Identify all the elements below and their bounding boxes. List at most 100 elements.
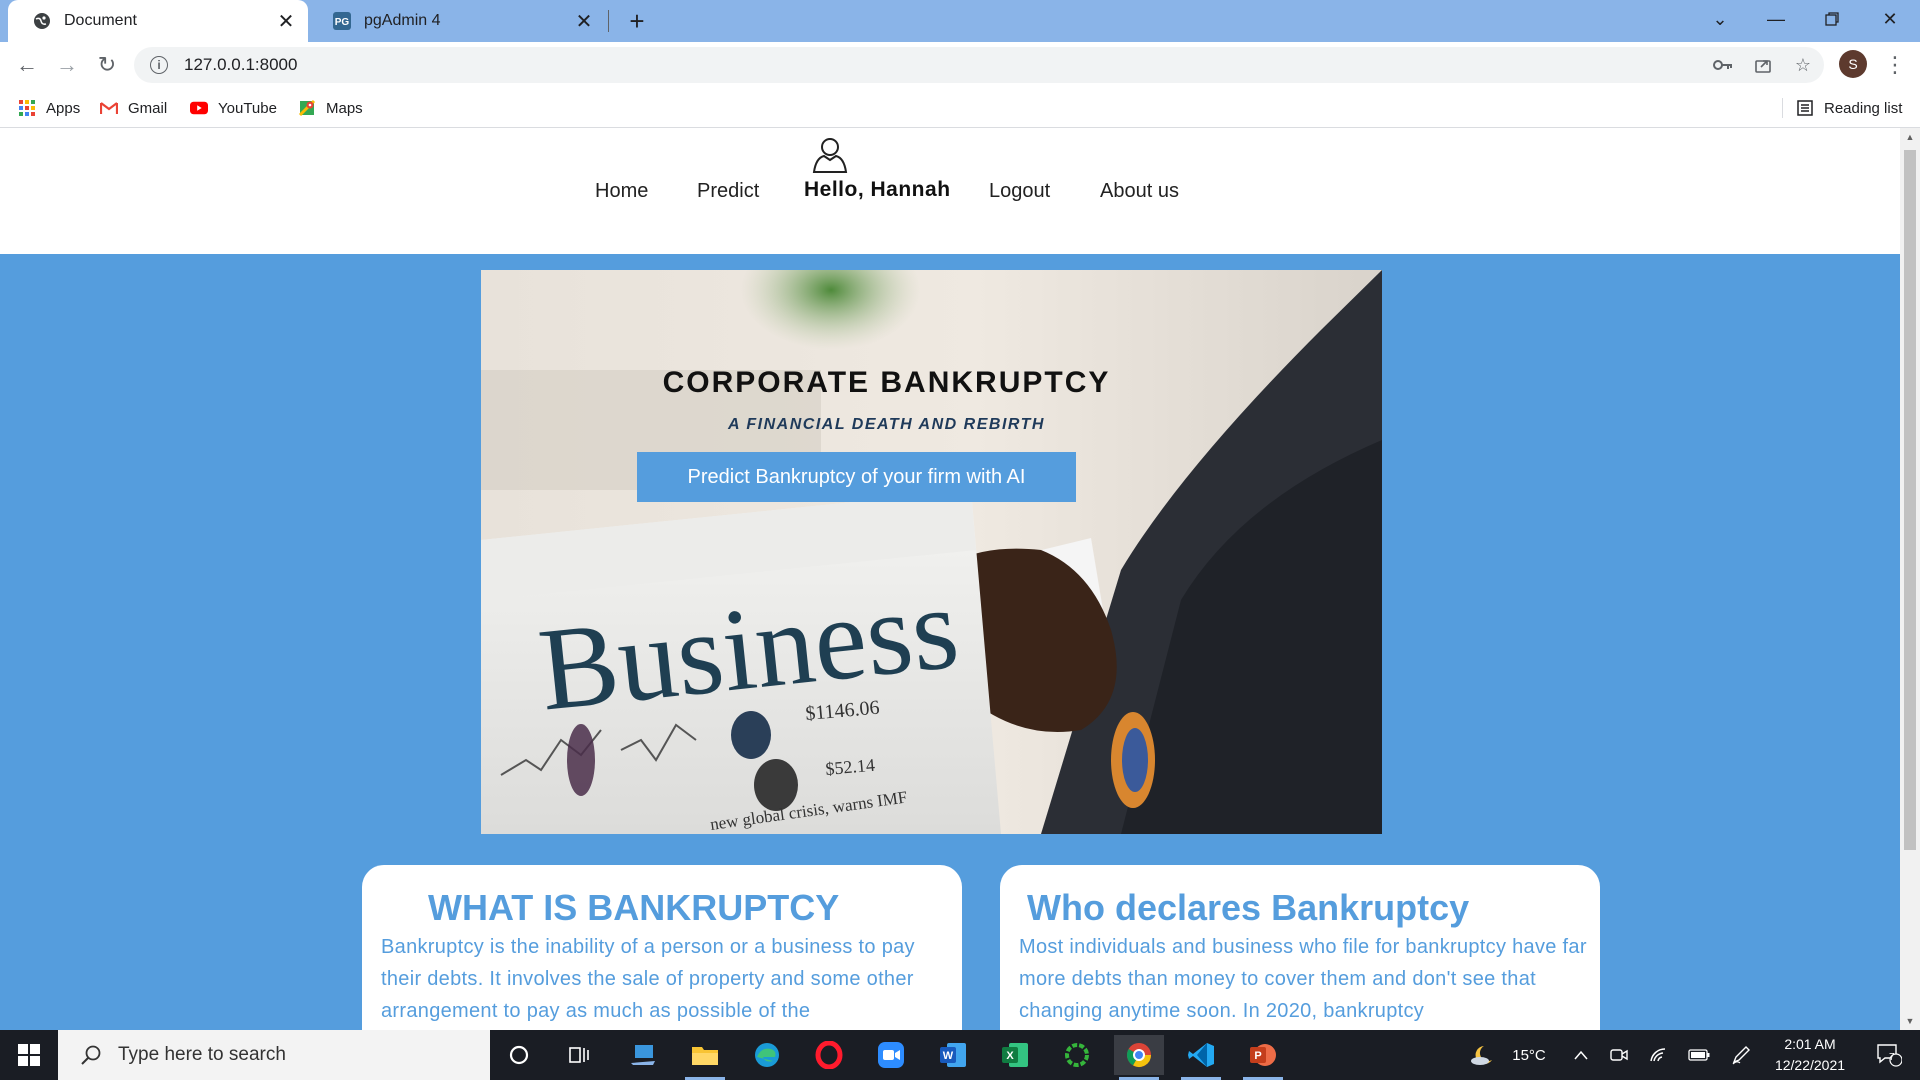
bookmark-maps[interactable]: Maps <box>298 96 363 120</box>
windows-start-button[interactable] <box>0 1030 58 1080</box>
pgadmin-icon: PG <box>332 11 352 31</box>
powerpoint-icon[interactable]: P <box>1238 1035 1288 1080</box>
page-viewport: Home Predict Hello, Hannah Logout About … <box>0 128 1900 1030</box>
tab-search-button[interactable]: ⌄ <box>1692 0 1748 38</box>
bookmark-gmail[interactable]: Gmail <box>100 96 167 120</box>
minimize-button[interactable]: — <box>1748 0 1804 38</box>
clock-time: 2:01 AM <box>1784 1036 1836 1052</box>
info-card-who-declares: Who declares Bankruptcy Most individuals… <box>1000 865 1600 1030</box>
weather-icon[interactable] <box>1466 1030 1500 1080</box>
tab-strip: Document ✕ PG pgAdmin 4 ✕ + ⌄ — ✕ <box>0 0 1920 42</box>
tray-chevron-up-icon[interactable] <box>1566 1030 1596 1080</box>
svg-text:W: W <box>943 1050 954 1062</box>
wifi-icon[interactable] <box>1644 1030 1674 1080</box>
scroll-up-arrow-icon[interactable]: ▲ <box>1900 128 1920 146</box>
youtube-icon <box>190 99 208 117</box>
laptop-app-icon[interactable] <box>618 1035 668 1075</box>
task-view-icon[interactable] <box>554 1035 604 1075</box>
temperature-readout[interactable]: 15°C <box>1504 1030 1554 1080</box>
svg-text:P: P <box>1254 1050 1261 1062</box>
tab-title: Document <box>64 12 137 29</box>
page-scrollbar[interactable]: ▲ ▼ <box>1900 128 1920 1030</box>
hero-banner: Business $1146.06 $52.14 new global cris… <box>481 270 1382 834</box>
zoom-icon[interactable] <box>866 1035 916 1075</box>
back-button[interactable]: ← <box>12 50 42 80</box>
url-text: 127.0.0.1:8000 <box>184 55 298 74</box>
opera-icon[interactable] <box>804 1035 854 1075</box>
user-greeting: Hello, Hannah <box>804 178 951 201</box>
scroll-thumb[interactable] <box>1904 150 1916 850</box>
hero-title: CORPORATE BANKRUPTCY <box>662 366 1111 399</box>
gmail-icon <box>100 99 118 117</box>
reading-list-icon <box>1796 99 1814 117</box>
windows-taskbar: Type here to search W X P 15°C 2:01 AM 1… <box>0 1030 1920 1080</box>
bookmark-apps[interactable]: Apps <box>18 96 80 120</box>
tab-separator <box>608 10 609 32</box>
nav-home-link[interactable]: Home <box>595 180 648 203</box>
cortana-icon[interactable] <box>494 1035 544 1075</box>
excel-icon[interactable]: X <box>990 1035 1040 1075</box>
windows-logo-icon <box>18 1044 40 1066</box>
notification-center-icon[interactable]: 7 <box>1866 1030 1912 1080</box>
edge-icon[interactable] <box>742 1035 792 1075</box>
bookmarks-bar: Apps Gmail YouTube Maps Reading list <box>0 88 1920 128</box>
tab-title: pgAdmin 4 <box>364 12 441 29</box>
nav-about-link[interactable]: About us <box>1100 180 1179 203</box>
site-navbar: Home Predict Hello, Hannah Logout About … <box>0 128 1900 254</box>
taskbar-search-box[interactable]: Type here to search <box>58 1030 490 1080</box>
globe-icon <box>32 11 52 31</box>
search-icon <box>81 1045 101 1065</box>
word-icon[interactable]: W <box>928 1035 978 1075</box>
bookmark-star-icon[interactable]: ☆ <box>1788 50 1818 80</box>
battery-icon[interactable] <box>1684 1030 1714 1080</box>
system-clock[interactable]: 2:01 AM 12/22/2021 <box>1760 1034 1860 1076</box>
maps-icon <box>298 99 316 117</box>
vscode-icon[interactable] <box>1176 1035 1226 1080</box>
file-explorer-icon[interactable] <box>680 1035 730 1080</box>
tab-pgadmin[interactable]: PG pgAdmin 4 ✕ <box>308 0 606 42</box>
meet-now-icon[interactable] <box>1604 1030 1634 1080</box>
browser-toolbar: ← → ↻ i 127.0.0.1:8000 ☆ S ⋮ <box>0 42 1920 88</box>
close-icon[interactable]: ✕ <box>570 7 598 35</box>
nav-logout-link[interactable]: Logout <box>989 180 1050 203</box>
notification-count: 7 <box>1889 1052 1895 1063</box>
browser-menu-icon[interactable]: ⋮ <box>1880 50 1910 80</box>
apps-grid-icon <box>18 99 36 117</box>
key-icon[interactable] <box>1708 50 1738 80</box>
bookmark-label: Apps <box>46 99 81 117</box>
new-tab-button[interactable]: + <box>622 6 652 36</box>
scroll-down-arrow-icon[interactable]: ▼ <box>1900 1012 1920 1030</box>
address-bar[interactable]: i 127.0.0.1:8000 <box>134 47 1824 83</box>
chrome-icon[interactable] <box>1114 1035 1164 1080</box>
svg-text:PG: PG <box>335 17 350 28</box>
nav-predict-link[interactable]: Predict <box>697 180 759 203</box>
reload-button[interactable]: ↻ <box>92 50 122 80</box>
tab-document[interactable]: Document ✕ <box>8 0 308 42</box>
pen-icon[interactable] <box>1726 1030 1756 1080</box>
green-ring-app-icon[interactable] <box>1052 1035 1102 1075</box>
site-info-icon[interactable]: i <box>150 56 168 74</box>
profile-avatar[interactable]: S <box>1839 50 1867 78</box>
bookmark-youtube[interactable]: YouTube <box>190 96 277 120</box>
card-body: Bankruptcy is the inability of a person … <box>381 936 915 1022</box>
clock-date: 12/22/2021 <box>1774 1057 1846 1073</box>
reading-list-label: Reading list <box>1824 99 1903 117</box>
bookmark-label: YouTube <box>218 99 277 117</box>
card-title: WHAT IS BANKRUPTCY <box>428 887 840 928</box>
hero-subtitle: A FINANCIAL DEATH AND REBIRTH <box>728 416 1045 433</box>
predict-cta-button[interactable]: Predict Bankruptcy of your firm with AI <box>637 452 1076 502</box>
close-icon[interactable]: ✕ <box>272 7 300 35</box>
user-icon <box>812 138 848 173</box>
bookmark-label: Maps <box>326 99 363 117</box>
bookmark-label: Gmail <box>128 99 168 117</box>
info-card-what-is: WHAT IS BANKRUPTCY Bankruptcy is the ina… <box>362 865 962 1030</box>
share-icon[interactable] <box>1748 50 1778 80</box>
window-close-button[interactable]: ✕ <box>1862 0 1918 38</box>
svg-text:X: X <box>1006 1050 1014 1062</box>
search-placeholder: Type here to search <box>118 1044 286 1065</box>
reading-list-button[interactable]: Reading list <box>1796 96 1902 120</box>
card-title: Who declares Bankruptcy <box>1027 887 1470 928</box>
restore-button[interactable] <box>1804 0 1860 38</box>
hero-newspaper-image: Business $1146.06 $52.14 new global cris… <box>481 270 1382 834</box>
forward-button[interactable]: → <box>52 50 82 80</box>
